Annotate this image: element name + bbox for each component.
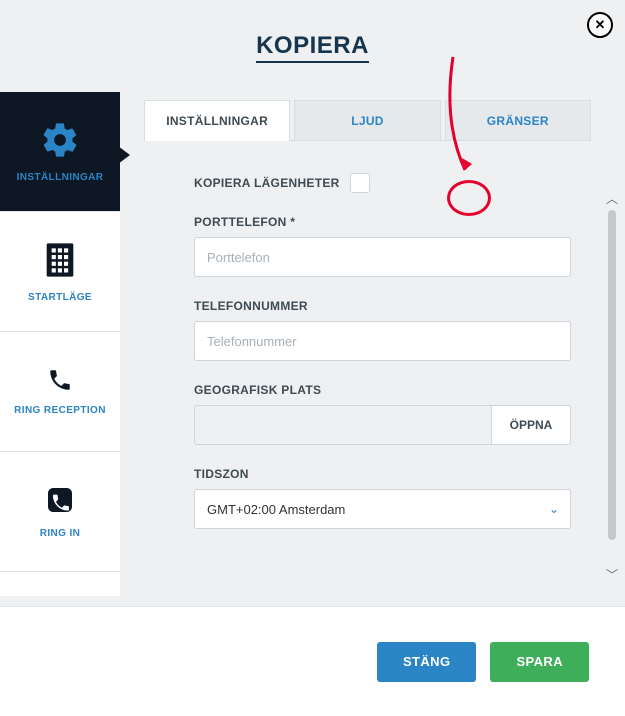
sidebar-item-label: STARTLÄGE	[28, 292, 92, 303]
porttelefon-input[interactable]	[194, 237, 571, 277]
tab-granser[interactable]: GRÄNSER	[445, 100, 591, 140]
close-icon[interactable]: ✕	[587, 12, 613, 38]
sidebar-item-startlage[interactable]: STARTLÄGE	[0, 212, 120, 332]
scroll-down-icon[interactable]: ﹀	[605, 568, 619, 582]
sidebar: INSTÄLLNINGAR STARTLÄGE	[0, 92, 120, 596]
modal-title-text: KOPIERA	[256, 32, 369, 63]
sidebar-item-label: INSTÄLLNINGAR	[17, 172, 104, 183]
tab-installningar[interactable]: INSTÄLLNINGAR	[144, 100, 290, 140]
open-button[interactable]: ÖPPNA	[491, 405, 571, 445]
gear-icon	[40, 120, 80, 160]
sidebar-item-label: RING RECEPTION	[14, 405, 106, 416]
scroll-thumb[interactable]	[608, 210, 616, 540]
tab-label: LJUD	[351, 114, 384, 128]
telefonnummer-input[interactable]	[194, 321, 571, 361]
porttelefon-label: PORTTELEFON *	[194, 215, 571, 229]
phone-in-icon	[44, 484, 76, 516]
copy-apartments-label: KOPIERA LÄGENHETER	[194, 176, 340, 190]
row-tidszon: TIDSZON GMT+02:00 Amsterdam ⌄	[194, 467, 571, 529]
sidebar-item-installningar[interactable]: INSTÄLLNINGAR	[0, 92, 120, 212]
save-button[interactable]: SPARA	[490, 642, 589, 682]
row-geografisk: GEOGRAFISK PLATS ÖPPNA	[194, 383, 571, 445]
sidebar-item-ring-in[interactable]: RING IN	[0, 452, 120, 572]
tab-ljud[interactable]: LJUD	[294, 100, 440, 140]
phone-icon	[47, 367, 73, 393]
keypad-icon	[40, 240, 80, 280]
modal-footer: STÄNG SPARA	[0, 606, 625, 716]
sidebar-item-label: RING IN	[40, 528, 81, 539]
tabs: INSTÄLLNINGAR LJUD GRÄNSER	[144, 100, 591, 141]
tidszon-label: TIDSZON	[194, 467, 571, 481]
modal: ✕ KOPIERA INSTÄLLNINGAR	[0, 0, 625, 716]
geografisk-group: ÖPPNA	[194, 405, 571, 445]
row-copy-apartments: KOPIERA LÄGENHETER	[194, 173, 571, 193]
form: KOPIERA LÄGENHETER PORTTELEFON * TELEFON…	[144, 173, 591, 529]
tidszon-select[interactable]: GMT+02:00 Amsterdam	[194, 489, 571, 529]
tab-label: INSTÄLLNINGAR	[166, 114, 268, 128]
geografisk-input	[194, 405, 491, 445]
row-telefonnummer: TELEFONNUMMER	[194, 299, 571, 361]
scrollbar[interactable]: ︿ ﹀	[605, 192, 619, 582]
sidebar-item-ring-reception[interactable]: RING RECEPTION	[0, 332, 120, 452]
modal-body: INSTÄLLNINGAR STARTLÄGE	[0, 92, 625, 596]
row-porttelefon: PORTTELEFON *	[194, 215, 571, 277]
tidszon-select-wrap: GMT+02:00 Amsterdam ⌄	[194, 489, 571, 529]
copy-apartments-checkbox[interactable]	[350, 173, 370, 193]
telefonnummer-label: TELEFONNUMMER	[194, 299, 571, 313]
geografisk-label: GEOGRAFISK PLATS	[194, 383, 571, 397]
tab-label: GRÄNSER	[487, 114, 549, 128]
modal-title: KOPIERA	[0, 0, 625, 60]
main-panel: INSTÄLLNINGAR LJUD GRÄNSER KOPIERA LÄGEN…	[120, 92, 625, 596]
scroll-up-icon[interactable]: ︿	[605, 192, 619, 206]
close-button[interactable]: STÄNG	[377, 642, 477, 682]
